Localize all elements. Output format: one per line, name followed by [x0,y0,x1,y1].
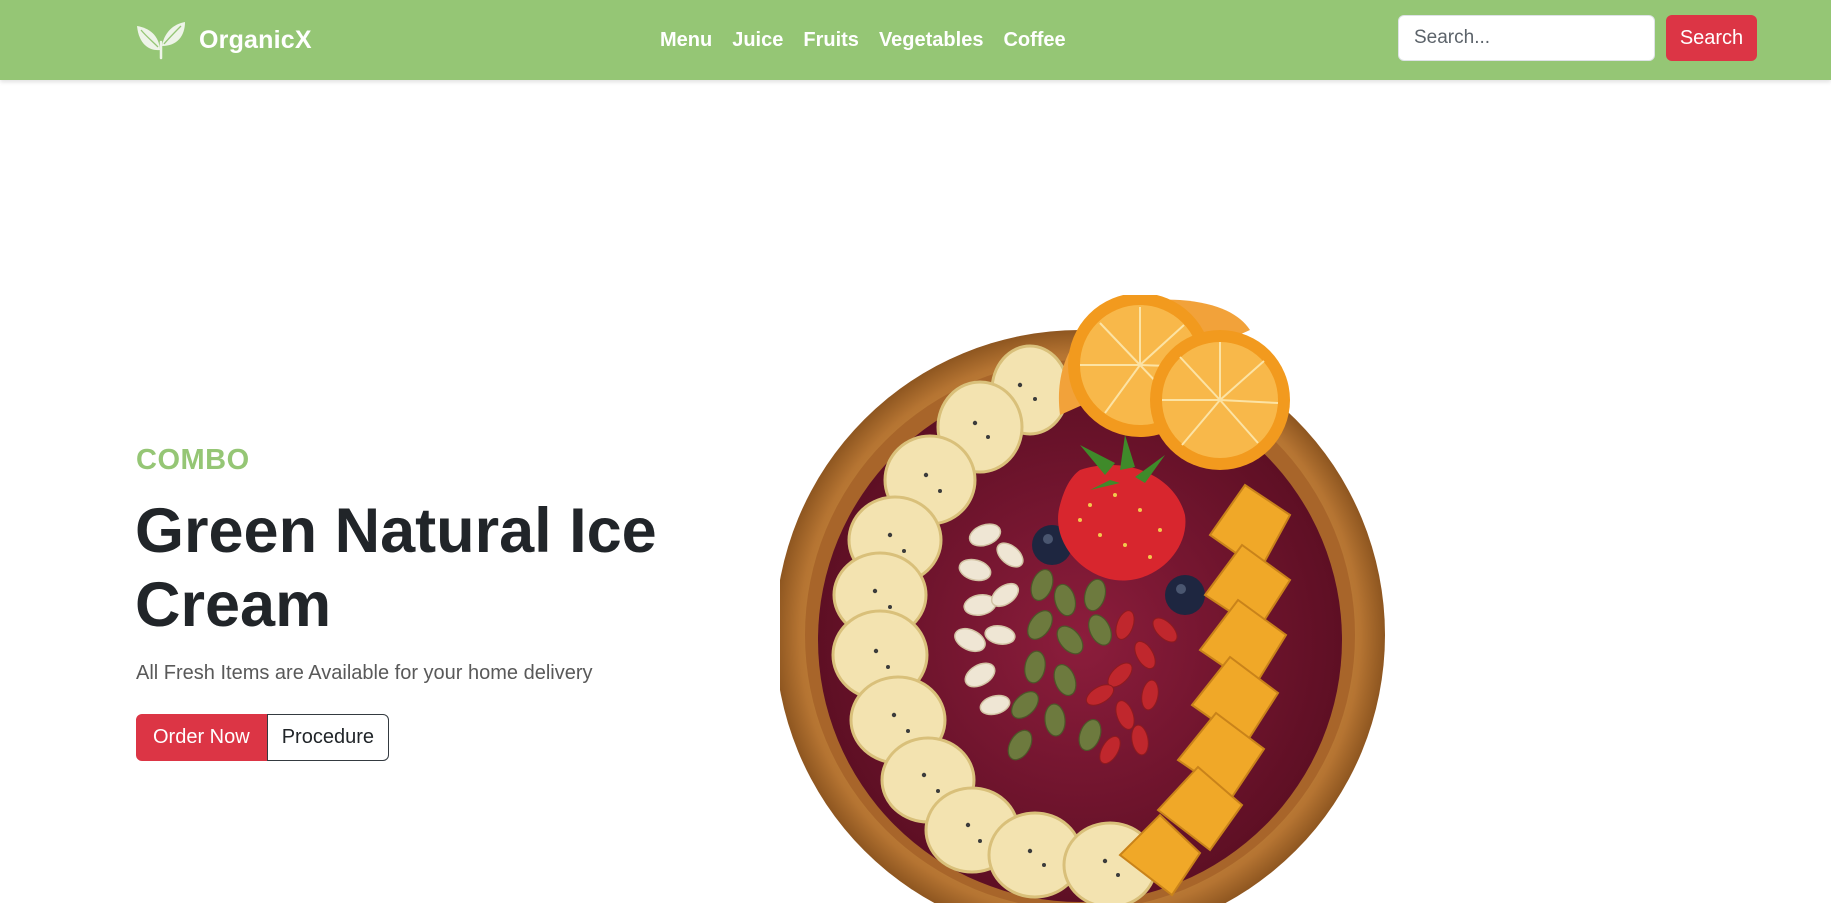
leaf-icon [137,22,185,60]
nav-menu: Menu Juice Fruits Vegetables Coffee [660,0,1086,80]
brand-name: OrganicX [199,25,312,54]
nav-link-coffee[interactable]: Coffee [1003,29,1065,52]
nav-link-menu[interactable]: Menu [660,29,712,52]
hero-title: Green Natural Ice Cream [135,496,657,640]
procedure-button[interactable]: Procedure [266,714,389,761]
brand-link[interactable]: OrganicX [135,18,312,62]
search-input[interactable] [1398,15,1655,61]
order-now-button[interactable]: Order Now [136,714,267,761]
search-button[interactable]: Search [1666,15,1757,61]
nav-link-fruits[interactable]: Fruits [803,29,859,52]
hero-fruit-bowl-image [780,295,1400,903]
nav-link-juice[interactable]: Juice [732,29,783,52]
hero-subtitle: All Fresh Items are Available for your h… [136,662,593,684]
navbar: OrganicX Menu Juice Fruits Vegetables Co… [0,0,1831,80]
fruit-bowl-illustration [780,295,1385,903]
hero-button-group: Order Now Procedure [136,714,389,761]
nav-link-vegetables[interactable]: Vegetables [879,29,984,52]
hero-eyebrow: COMBO [136,444,250,476]
